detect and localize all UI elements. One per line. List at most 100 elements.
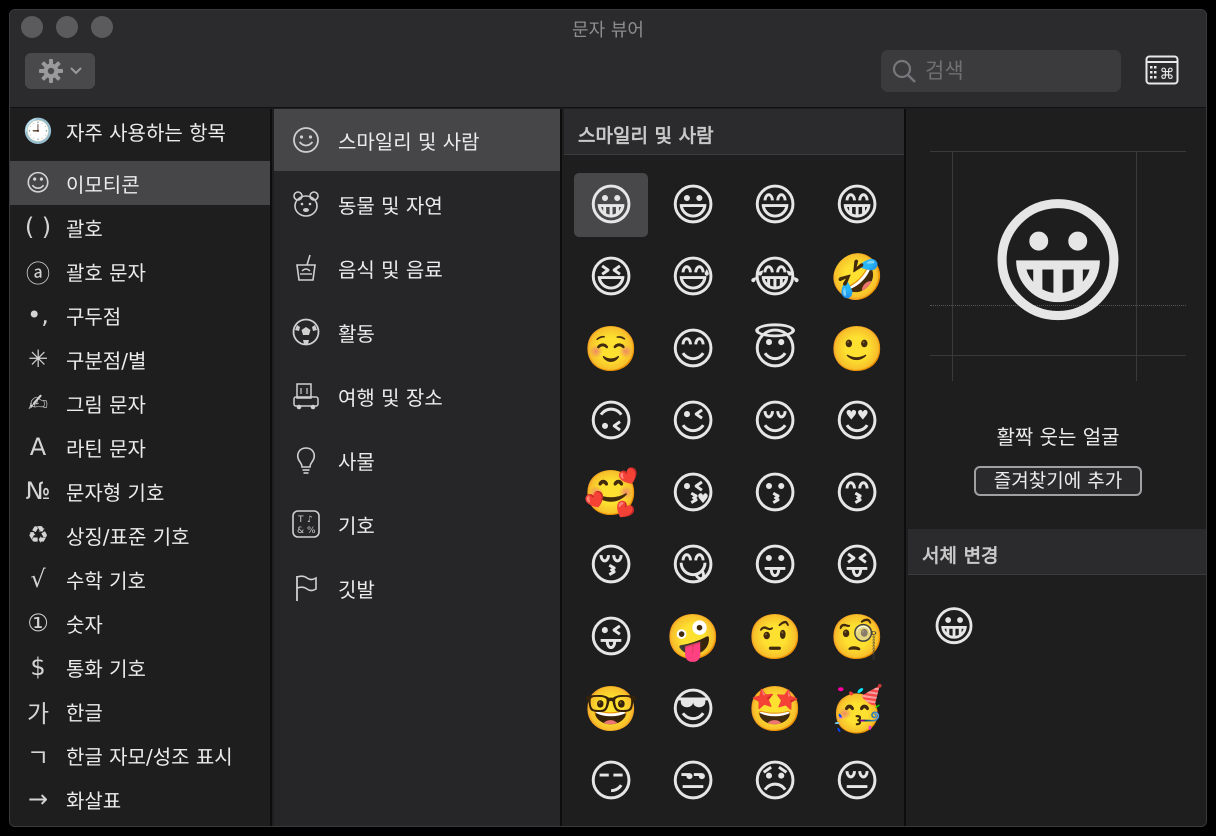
character-detail-panel: 😀 활짝 웃는 얼굴 즐겨찾기에 추가 서체 변경 😀	[908, 109, 1206, 826]
subcategory-item[interactable]: 스마일리 및 사람	[274, 109, 560, 171]
category-item[interactable]: •, 구두점	[10, 293, 270, 337]
emoji-grid-panel: 스마일리 및 사람 😀 😃 😄 😁 😆 😅 😂 🤣 ☺️ 😊 😇 🙂 🙃 😉 😌 😍 🥰 😘 😗 😙 😚 😋 😛 😝 😜 🤪 🤨 🧐 🤓…	[564, 109, 906, 826]
subcategory-label: 깃발	[338, 577, 375, 602]
emoji-cell[interactable]: 😃	[656, 173, 730, 237]
emoji-cell[interactable]: 😔	[820, 749, 894, 813]
emoji-cell[interactable]: 🙂	[820, 317, 894, 381]
subcategory-list: 스마일리 및 사람 동물 및 자연 음식 및 음료활동여행 및 장소사물 T ♪ &% 기호…	[274, 109, 562, 826]
category-item[interactable]: ① 숫자	[10, 601, 270, 645]
category-item[interactable]: √ 수학 기호	[10, 557, 270, 601]
category-item[interactable]: ( ) 괄호	[10, 205, 270, 249]
subcategory-item[interactable]: T ♪ &% 기호	[274, 493, 560, 555]
gear-icon	[38, 58, 64, 84]
category-icon: →	[27, 785, 49, 813]
add-to-favorites-button[interactable]: 즐겨찾기에 추가	[974, 466, 1142, 496]
emoji-cell[interactable]: 🤓	[574, 677, 648, 741]
symbols-icon: T ♪ &%	[274, 509, 338, 539]
category-label: 상징/표준 기호	[66, 524, 190, 549]
emoji-cell[interactable]: 🤣	[820, 245, 894, 309]
subcategory-item[interactable]: 깃발	[274, 557, 560, 619]
subcategory-item[interactable]: 음식 및 음료	[274, 237, 560, 299]
category-item[interactable]: → 화살표	[10, 777, 270, 821]
subcategory-item[interactable]: 활동	[274, 301, 560, 363]
category-item[interactable]: ㄱ 한글 자모/성조 표시	[10, 733, 270, 777]
category-label: 라틴 문자	[66, 436, 146, 461]
emoji-cell[interactable]: 😅	[656, 245, 730, 309]
category-label: 화살표	[66, 788, 122, 813]
character-preview: 😀	[930, 151, 1186, 381]
building-car-icon	[274, 381, 338, 411]
emoji-cell[interactable]: 😋	[656, 533, 730, 597]
emoji-cell[interactable]: 😄	[738, 173, 812, 237]
category-item[interactable]: $ 통화 기호	[10, 645, 270, 689]
font-variation-item[interactable]: 😀	[926, 599, 982, 655]
emoji-cell[interactable]: 😆	[574, 245, 648, 309]
emoji-cell[interactable]: 😒	[656, 749, 730, 813]
emoji-cell[interactable]: 😉	[656, 389, 730, 453]
emoji-cell[interactable]: 😊	[656, 317, 730, 381]
emoji-cell[interactable]: 😀	[574, 173, 648, 237]
emoji-cell[interactable]: 😛	[738, 533, 812, 597]
emoji-cell[interactable]: 🙃	[574, 389, 648, 453]
subcategory-label: 사물	[338, 449, 375, 474]
category-icon: ♻	[27, 521, 49, 549]
category-item[interactable]: 가 한글	[10, 689, 270, 733]
category-item[interactable]: № 문자형 기호	[10, 469, 270, 513]
emoji-cell[interactable]: 😗	[738, 461, 812, 525]
emoji-cell[interactable]: 😁	[820, 173, 894, 237]
emoji-cell[interactable]: 😍	[820, 389, 894, 453]
category-label: 문자형 기호	[66, 480, 165, 505]
emoji-cell[interactable]: ☺️	[574, 317, 648, 381]
bear-outline-icon	[274, 189, 338, 219]
subcategory-label: 기호	[338, 513, 375, 538]
category-icon: $	[30, 653, 46, 681]
lightbulb-icon	[274, 445, 338, 475]
emoji-cell[interactable]: 🤪	[656, 605, 730, 669]
category-label: 구두점	[66, 304, 122, 329]
emoji-cell[interactable]: 😇	[738, 317, 812, 381]
subcategory-item[interactable]: 사물	[274, 429, 560, 491]
category-icon: ( )	[24, 213, 52, 241]
category-icon: 🕘	[23, 117, 53, 145]
emoji-cell[interactable]: 😞	[738, 749, 812, 813]
action-menu-button[interactable]	[25, 53, 95, 89]
emoji-cell[interactable]: 😝	[820, 533, 894, 597]
character-name: 활짝 웃는 얼굴	[996, 425, 1120, 449]
preview-emoji: 😀	[986, 182, 1130, 343]
emoji-cell[interactable]: 😎	[656, 677, 730, 741]
svg-text:%: %	[307, 526, 316, 536]
subcategory-label: 여행 및 장소	[338, 385, 443, 410]
category-item[interactable]: ✳ 구분점/별	[10, 337, 270, 381]
category-item[interactable]: A 라틴 문자	[10, 425, 270, 469]
search-field[interactable]	[881, 50, 1121, 92]
emoji-cell[interactable]: 🤨	[738, 605, 812, 669]
category-list: 🕘 자주 사용하는 항목 ☺ 이모티콘 ( ) 괄호 ⓐ 괄호 문자 •, 구두점 ✳ 구분점/별 ✍ 그…	[10, 109, 272, 826]
subcategory-item[interactable]: 동물 및 자연	[274, 173, 560, 235]
keyboard-viewer-button[interactable]: ⌘	[1145, 55, 1179, 85]
keyboard-command-icon: ⌘	[1145, 55, 1179, 85]
emoji-cell[interactable]: 🤩	[738, 677, 812, 741]
category-item[interactable]: ♻ 상징/표준 기호	[10, 513, 270, 557]
emoji-cell[interactable]: 🥰	[574, 461, 648, 525]
emoji-cell[interactable]: 😌	[738, 389, 812, 453]
emoji-cell[interactable]: 😂	[738, 245, 812, 309]
category-item[interactable]: 🕘 자주 사용하는 항목	[10, 109, 270, 153]
emoji-cell[interactable]: 😘	[656, 461, 730, 525]
subcategory-label: 활동	[338, 321, 375, 346]
category-icon: √	[30, 565, 46, 593]
search-input[interactable]	[925, 55, 1110, 87]
emoji-cell[interactable]: 😏	[574, 749, 648, 813]
svg-text:&: &	[297, 526, 304, 536]
category-icon: ㄱ	[26, 743, 50, 772]
emoji-cell[interactable]: 😚	[574, 533, 648, 597]
subcategory-item[interactable]: 여행 및 장소	[274, 365, 560, 427]
category-item[interactable]: ☺ 이모티콘	[10, 161, 270, 205]
emoji-cell[interactable]: 🥳	[820, 677, 894, 741]
emoji-cell[interactable]: 🧐	[820, 605, 894, 669]
category-item[interactable]: ✍ 그림 문자	[10, 381, 270, 425]
svg-text:⌘: ⌘	[1160, 65, 1175, 83]
category-icon: ⓐ	[26, 259, 50, 288]
emoji-cell[interactable]: 😙	[820, 461, 894, 525]
category-item[interactable]: ⓐ 괄호 문자	[10, 249, 270, 293]
emoji-cell[interactable]: 😜	[574, 605, 648, 669]
